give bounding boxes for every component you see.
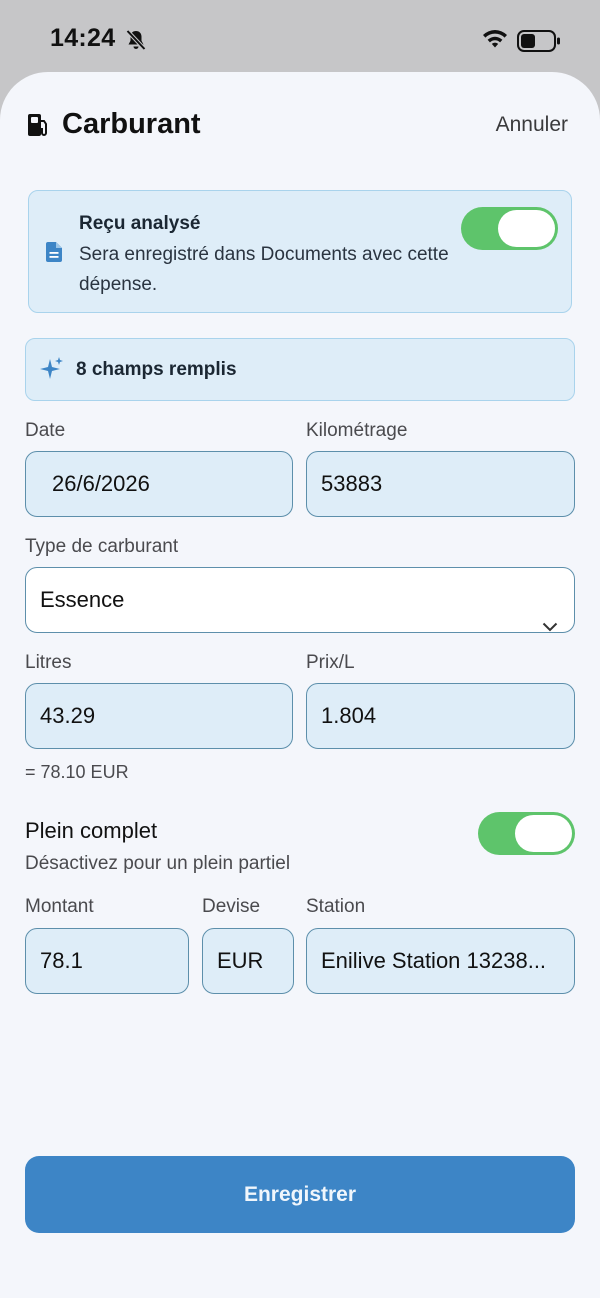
amount-label: Montant bbox=[25, 896, 94, 917]
fuel-type-value: Essence bbox=[40, 587, 125, 612]
save-button[interactable]: Enregistrer bbox=[25, 1156, 575, 1233]
full-tank-toggle[interactable] bbox=[478, 812, 575, 855]
date-field[interactable]: 26/6/2026 bbox=[25, 451, 293, 517]
mileage-label: Kilométrage bbox=[306, 420, 408, 441]
cancel-button[interactable]: Annuler bbox=[496, 113, 568, 137]
chevron-down-icon bbox=[542, 593, 558, 632]
full-tank-description: Désactivez pour un plein partiel bbox=[25, 853, 291, 874]
sparkle-icon bbox=[40, 356, 64, 387]
battery-icon bbox=[517, 30, 561, 57]
bell-slash-icon bbox=[124, 28, 148, 57]
page-title: Carburant bbox=[62, 108, 201, 140]
wifi-icon bbox=[482, 29, 508, 54]
price-per-liter-label: Prix/L bbox=[306, 652, 355, 673]
receipt-analyzed-card: Reçu analysé Sera enregistré dans Docume… bbox=[28, 190, 572, 313]
fuel-type-select[interactable]: Essence bbox=[25, 567, 575, 633]
toggle-knob bbox=[515, 815, 572, 852]
full-tank-label: Plein complet bbox=[25, 818, 158, 843]
liters-field[interactable]: 43.29 bbox=[25, 683, 293, 749]
currency-label: Devise bbox=[202, 896, 261, 917]
station-label: Station bbox=[306, 896, 366, 917]
toggle-knob bbox=[498, 210, 555, 247]
receipt-title: Reçu analysé bbox=[79, 213, 201, 234]
status-bar: 14:24 bbox=[0, 0, 600, 80]
date-label: Date bbox=[25, 420, 66, 441]
computed-total: = 78.10 EUR bbox=[25, 762, 129, 782]
status-time: 14:24 bbox=[50, 24, 116, 52]
autofill-text: 8 champs remplis bbox=[76, 359, 237, 380]
amount-field[interactable]: 78.1 bbox=[25, 928, 189, 994]
price-per-liter-field[interactable]: 1.804 bbox=[306, 683, 575, 749]
station-field[interactable]: Enilive Station 13238... bbox=[306, 928, 575, 994]
autofill-banner: 8 champs remplis bbox=[25, 338, 575, 401]
receipt-description: Sera enregistré dans Documents avec cett… bbox=[79, 244, 449, 295]
fuel-type-label: Type de carburant bbox=[25, 536, 179, 557]
mileage-field[interactable]: 53883 bbox=[306, 451, 575, 517]
currency-field[interactable]: EUR bbox=[202, 928, 294, 994]
save-receipt-toggle[interactable] bbox=[461, 207, 558, 250]
document-icon bbox=[45, 241, 63, 268]
fuel-pump-icon bbox=[26, 112, 50, 143]
liters-label: Litres bbox=[25, 652, 72, 673]
fuel-sheet: Carburant Annuler Reçu analysé Sera enre… bbox=[0, 72, 600, 1298]
